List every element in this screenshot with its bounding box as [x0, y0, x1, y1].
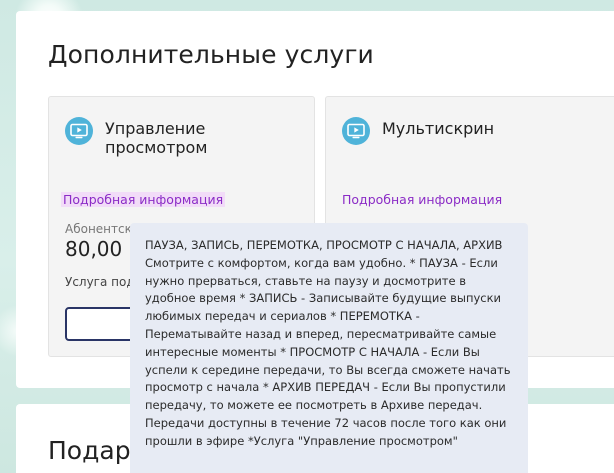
service-title: Управление просмотром [105, 119, 208, 157]
service-title: Мультискрин [382, 119, 495, 138]
tooltip-text: ПАУЗА, ЗАПИСЬ, ПЕРЕМОТКА, ПРОСМОТР С НАЧ… [145, 238, 511, 448]
service-info-tooltip: ПАУЗА, ЗАПИСЬ, ПЕРЕМОТКА, ПРОСМОТР С НАЧ… [130, 223, 528, 473]
tv-play-icon [65, 117, 93, 145]
section-title: Дополнительные услуги [48, 40, 374, 69]
price-value: 80,00 [65, 237, 123, 261]
more-info-link[interactable]: Подробная информация [61, 192, 226, 207]
tv-play-icon [342, 117, 370, 145]
more-info-link[interactable]: Подробная информация [342, 192, 502, 207]
